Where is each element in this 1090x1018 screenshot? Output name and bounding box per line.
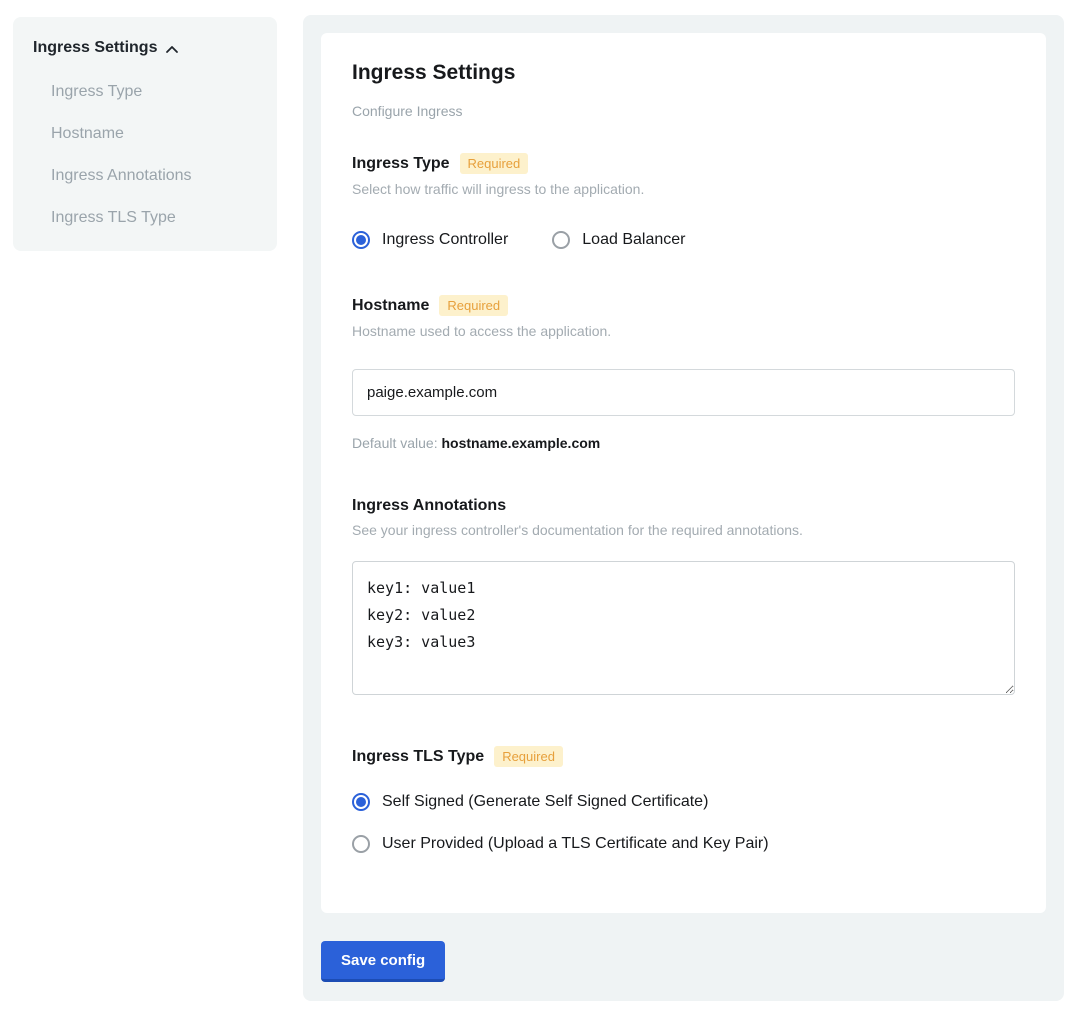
config-main-panel: Ingress Settings Configure Ingress Ingre… [303, 15, 1064, 1001]
sidebar-item-ingress-type[interactable]: Ingress Type [51, 83, 257, 101]
ingress-type-heading: Ingress Type Required [352, 153, 1015, 174]
radio-button-icon[interactable] [352, 793, 370, 811]
section-ingress-type: Ingress Type Required Select how traffic… [352, 153, 1015, 249]
radio-label: Load Balancer [582, 231, 685, 249]
save-config-button[interactable]: Save config [321, 941, 445, 982]
section-ingress-annotations: Ingress Annotations See your ingress con… [352, 497, 1015, 700]
radio-button-icon[interactable] [352, 231, 370, 249]
hostname-help: Hostname used to access the application. [352, 323, 1015, 339]
radio-load-balancer[interactable]: Load Balancer [552, 231, 685, 249]
ingress-type-help: Select how traffic will ingress to the a… [352, 181, 1015, 197]
hostname-default-line: Default value: hostname.example.com [352, 435, 1015, 451]
tls-heading: Ingress TLS Type Required [352, 746, 1015, 767]
radio-label: Ingress Controller [382, 231, 508, 249]
radio-button-icon[interactable] [352, 835, 370, 853]
sidebar-group-ingress-settings[interactable]: Ingress Settings [33, 39, 257, 57]
required-badge: Required [494, 746, 563, 767]
section-ingress-tls-type: Ingress TLS Type Required Self Signed (G… [352, 746, 1015, 853]
hostname-heading: Hostname Required [352, 295, 1015, 316]
default-value-text: hostname.example.com [442, 435, 601, 451]
radio-user-provided[interactable]: User Provided (Upload a TLS Certificate … [352, 835, 1015, 853]
default-value-label: Default value: [352, 435, 442, 451]
card-title: Ingress Settings [352, 61, 1015, 85]
sidebar-item-ingress-annotations[interactable]: Ingress Annotations [51, 167, 257, 185]
page-layout: Ingress Settings Ingress Type Hostname I… [0, 0, 1090, 1018]
annotations-heading: Ingress Annotations [352, 497, 1015, 515]
ingress-type-radio-group: Ingress Controller Load Balancer [352, 231, 1015, 249]
radio-button-icon[interactable] [552, 231, 570, 249]
required-badge: Required [460, 153, 529, 174]
tls-label: Ingress TLS Type [352, 748, 484, 766]
section-hostname: Hostname Required Hostname used to acces… [352, 295, 1015, 451]
sidebar-group-title: Ingress Settings [33, 39, 157, 57]
card-subtitle: Configure Ingress [352, 103, 1015, 119]
radio-ingress-controller[interactable]: Ingress Controller [352, 231, 508, 249]
required-badge: Required [439, 295, 508, 316]
annotations-label: Ingress Annotations [352, 497, 506, 515]
sidebar-item-ingress-tls-type[interactable]: Ingress TLS Type [51, 209, 257, 227]
hostname-input[interactable] [352, 369, 1015, 416]
tls-radio-group: Self Signed (Generate Self Signed Certif… [352, 793, 1015, 853]
chevron-up-icon [165, 43, 179, 57]
config-sidebar: Ingress Settings Ingress Type Hostname I… [13, 17, 277, 251]
hostname-label: Hostname [352, 297, 429, 315]
radio-label: User Provided (Upload a TLS Certificate … [382, 835, 769, 853]
annotations-textarea[interactable]: key1: value1 key2: value2 key3: value3 [352, 561, 1015, 695]
ingress-type-label: Ingress Type [352, 155, 450, 173]
radio-self-signed[interactable]: Self Signed (Generate Self Signed Certif… [352, 793, 1015, 811]
sidebar-item-hostname[interactable]: Hostname [51, 125, 257, 143]
ingress-settings-card: Ingress Settings Configure Ingress Ingre… [321, 33, 1046, 913]
radio-label: Self Signed (Generate Self Signed Certif… [382, 793, 708, 811]
annotations-help: See your ingress controller's documentat… [352, 522, 1015, 538]
